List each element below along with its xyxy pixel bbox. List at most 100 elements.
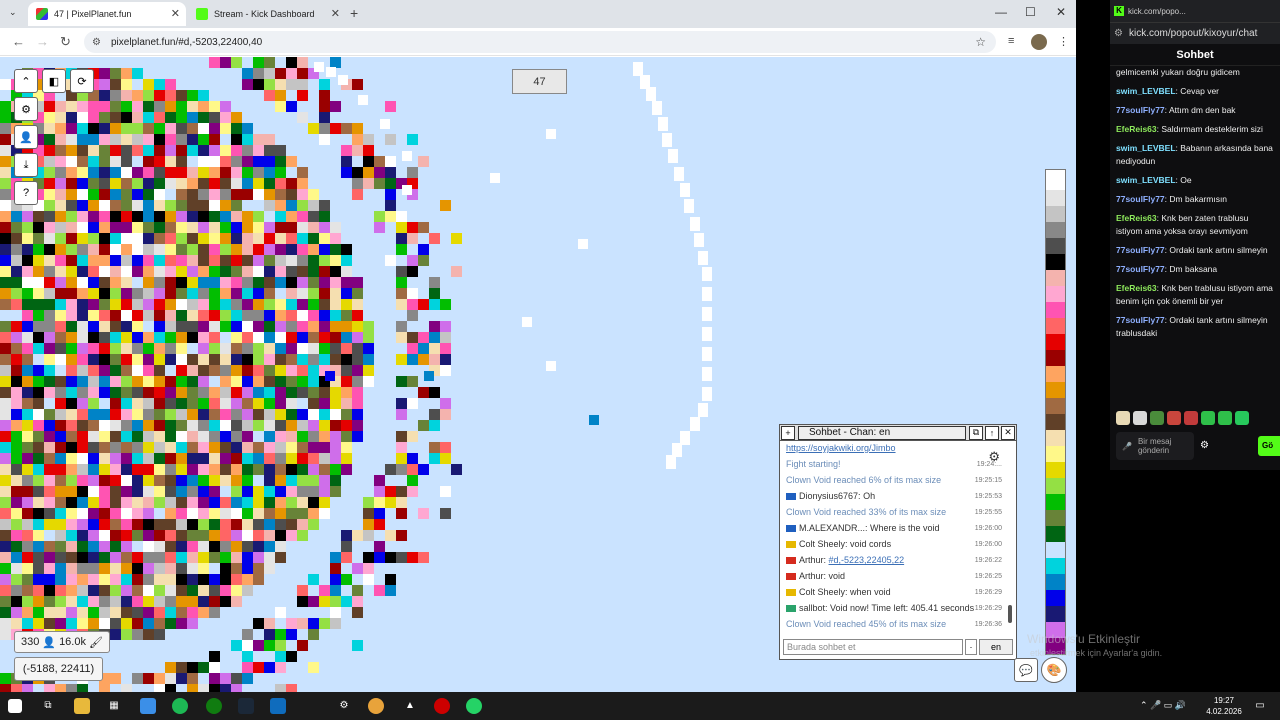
settings-icon[interactable]: ⚙ bbox=[336, 698, 352, 714]
palette-swatch[interactable] bbox=[1046, 350, 1065, 366]
kick-username[interactable]: 77soulFly77 bbox=[1116, 264, 1165, 274]
chrome-icon[interactable] bbox=[368, 698, 384, 714]
help-button[interactable]: ? bbox=[14, 181, 38, 205]
palette-swatch[interactable] bbox=[1046, 286, 1065, 302]
palette-swatch[interactable] bbox=[1046, 170, 1065, 190]
palette-swatch[interactable] bbox=[1046, 398, 1065, 414]
back-icon[interactable]: ← bbox=[12, 34, 25, 49]
bookmark-star-icon[interactable]: ☆ bbox=[975, 35, 986, 49]
palette-swatch[interactable] bbox=[1046, 254, 1065, 270]
chat-username[interactable]: Arthur bbox=[799, 555, 824, 565]
tab-search-icon[interactable]: ⌄ bbox=[9, 7, 17, 18]
palette-swatch[interactable] bbox=[1046, 366, 1065, 382]
kick-username[interactable]: EfeReis63 bbox=[1116, 124, 1157, 134]
coordinates-display[interactable]: (-5188, 22411) bbox=[14, 657, 103, 681]
chat-scrollbar[interactable] bbox=[1008, 605, 1012, 623]
chat-username[interactable]: M.ALEXANDR... bbox=[799, 523, 865, 533]
palette-swatch[interactable] bbox=[1046, 318, 1065, 334]
chat-toggle-button[interactable]: 💬 bbox=[1014, 658, 1038, 682]
palette-swatch[interactable] bbox=[1046, 606, 1065, 622]
kick-username[interactable]: swim_LEVBEL bbox=[1116, 86, 1176, 96]
system-tray[interactable]: ⌃ 🎤 ▭ 🔊 bbox=[1140, 700, 1186, 711]
popout-button[interactable]: ⧉ bbox=[969, 425, 983, 440]
user-button[interactable]: 👤 bbox=[14, 125, 38, 149]
palette-swatch[interactable] bbox=[1046, 302, 1065, 318]
chat-username[interactable]: Colt Sheely bbox=[799, 587, 845, 597]
chat-username[interactable]: Colt Sheely bbox=[799, 539, 845, 549]
whatsapp-icon[interactable] bbox=[466, 698, 482, 714]
chat-username[interactable]: Arthur bbox=[799, 571, 824, 581]
palette-swatch[interactable] bbox=[1046, 334, 1065, 350]
kick-username[interactable]: 77soulFly77 bbox=[1116, 315, 1165, 325]
kick-username[interactable]: swim_LEVBEL bbox=[1116, 143, 1176, 153]
kick-username[interactable]: EfeReis63 bbox=[1116, 283, 1157, 293]
palette-swatch[interactable] bbox=[1046, 462, 1065, 478]
site-info-icon[interactable]: ⚙ bbox=[92, 37, 101, 48]
close-chat-button[interactable]: ✕ bbox=[1001, 425, 1015, 440]
palette-swatch[interactable] bbox=[1046, 238, 1065, 254]
file-explorer-icon[interactable] bbox=[74, 698, 90, 714]
media-icon[interactable]: ≡ bbox=[1008, 35, 1014, 47]
forward-icon[interactable]: → bbox=[36, 34, 49, 49]
kick-username[interactable]: 77soulFly77 bbox=[1116, 194, 1165, 204]
collapse-button[interactable]: ⌃ bbox=[14, 69, 38, 93]
address-bar[interactable]: ⚙ pixelplanet.fun/#d,-5203,22400,40 ☆ bbox=[84, 31, 996, 53]
palette-swatch[interactable] bbox=[1046, 494, 1065, 510]
close-window-icon[interactable]: ✕ bbox=[1056, 5, 1066, 19]
palette-toggle-button[interactable]: 🎨 bbox=[1041, 657, 1067, 683]
kick-username[interactable]: EfeReis63 bbox=[1116, 213, 1157, 223]
new-tab-icon[interactable]: + bbox=[350, 5, 358, 21]
palette-swatch[interactable] bbox=[1046, 430, 1065, 446]
chat-input[interactable]: Burada sohbet et bbox=[783, 639, 963, 655]
emote-icon[interactable] bbox=[1167, 411, 1181, 425]
emote-icon[interactable] bbox=[1201, 411, 1215, 425]
maximize-chat-button[interactable]: ↑ bbox=[985, 425, 999, 440]
tab-pixelplanet[interactable]: 47 | PixelPlanet.fun ✕ bbox=[28, 2, 186, 26]
canvas-select-button[interactable]: ◧ bbox=[42, 69, 66, 93]
kick-chat-input[interactable]: 🎤 Bir mesaj gönderin bbox=[1116, 432, 1194, 460]
emote-icon[interactable] bbox=[1184, 411, 1198, 425]
add-channel-button[interactable]: + bbox=[781, 425, 795, 440]
palette-swatch[interactable] bbox=[1046, 478, 1065, 494]
settings-button[interactable]: ⚙ bbox=[14, 97, 38, 121]
site-info-icon[interactable]: ⚙ bbox=[1114, 28, 1123, 39]
kick-username[interactable]: swim_LEVBEL bbox=[1116, 175, 1176, 185]
download-button[interactable]: ⤓ bbox=[14, 153, 38, 177]
task-view-icon[interactable]: ⧉ bbox=[40, 698, 56, 714]
close-tab-icon[interactable]: ✕ bbox=[171, 7, 180, 20]
palette-swatch[interactable] bbox=[1046, 222, 1065, 238]
palette-swatch[interactable] bbox=[1046, 206, 1065, 222]
pixel-canvas[interactable]: ⌃ ◧ ⟳ ⚙ 👤 ⤓ ? 47 330 👤 16.0k 🖌 (-5188, 2… bbox=[0, 57, 1076, 692]
chat-settings-icon[interactable]: ⚙ bbox=[988, 449, 1000, 465]
emote-icon[interactable] bbox=[1218, 411, 1232, 425]
emote-icon[interactable] bbox=[1235, 411, 1249, 425]
copilot-icon[interactable] bbox=[140, 698, 156, 714]
palette-swatch[interactable] bbox=[1046, 558, 1065, 574]
chat-username[interactable]: Dionysius6767 bbox=[799, 491, 858, 501]
reload-icon[interactable]: ↻ bbox=[60, 34, 71, 50]
palette-swatch[interactable] bbox=[1046, 382, 1065, 398]
obs-icon[interactable] bbox=[434, 698, 450, 714]
kick-send-button[interactable]: Gö bbox=[1258, 436, 1280, 456]
emote-icon[interactable] bbox=[1150, 411, 1164, 425]
palette-swatch[interactable] bbox=[1046, 542, 1065, 558]
chat-send-button[interactable]: · bbox=[965, 639, 977, 655]
menu-icon[interactable]: ⋮ bbox=[1058, 35, 1069, 48]
start-icon[interactable] bbox=[8, 699, 22, 713]
palette-swatch[interactable] bbox=[1046, 510, 1065, 526]
kick-username[interactable]: 77soulFly77 bbox=[1116, 245, 1165, 255]
clock[interactable]: 19:27 4.02.2026 bbox=[1203, 695, 1245, 717]
palette-swatch[interactable] bbox=[1046, 414, 1065, 430]
mail-icon[interactable] bbox=[270, 698, 286, 714]
chat-language-select[interactable]: en bbox=[979, 639, 1013, 655]
spotify-icon[interactable] bbox=[172, 698, 188, 714]
palette-swatch[interactable] bbox=[1046, 526, 1065, 542]
tab-kick-dashboard[interactable]: Stream - Kick Dashboard ✕ bbox=[188, 2, 346, 26]
kick-settings-icon[interactable]: ⚙ bbox=[1200, 440, 1209, 451]
palette-swatch[interactable] bbox=[1046, 446, 1065, 462]
notifications-icon[interactable]: ▭ bbox=[1252, 698, 1268, 714]
steam-icon[interactable] bbox=[238, 698, 254, 714]
profile-avatar[interactable] bbox=[1031, 34, 1047, 50]
chat-link[interactable]: https://soyjakwiki.org/Jimbo bbox=[786, 443, 896, 453]
palette-swatch[interactable] bbox=[1046, 190, 1065, 206]
